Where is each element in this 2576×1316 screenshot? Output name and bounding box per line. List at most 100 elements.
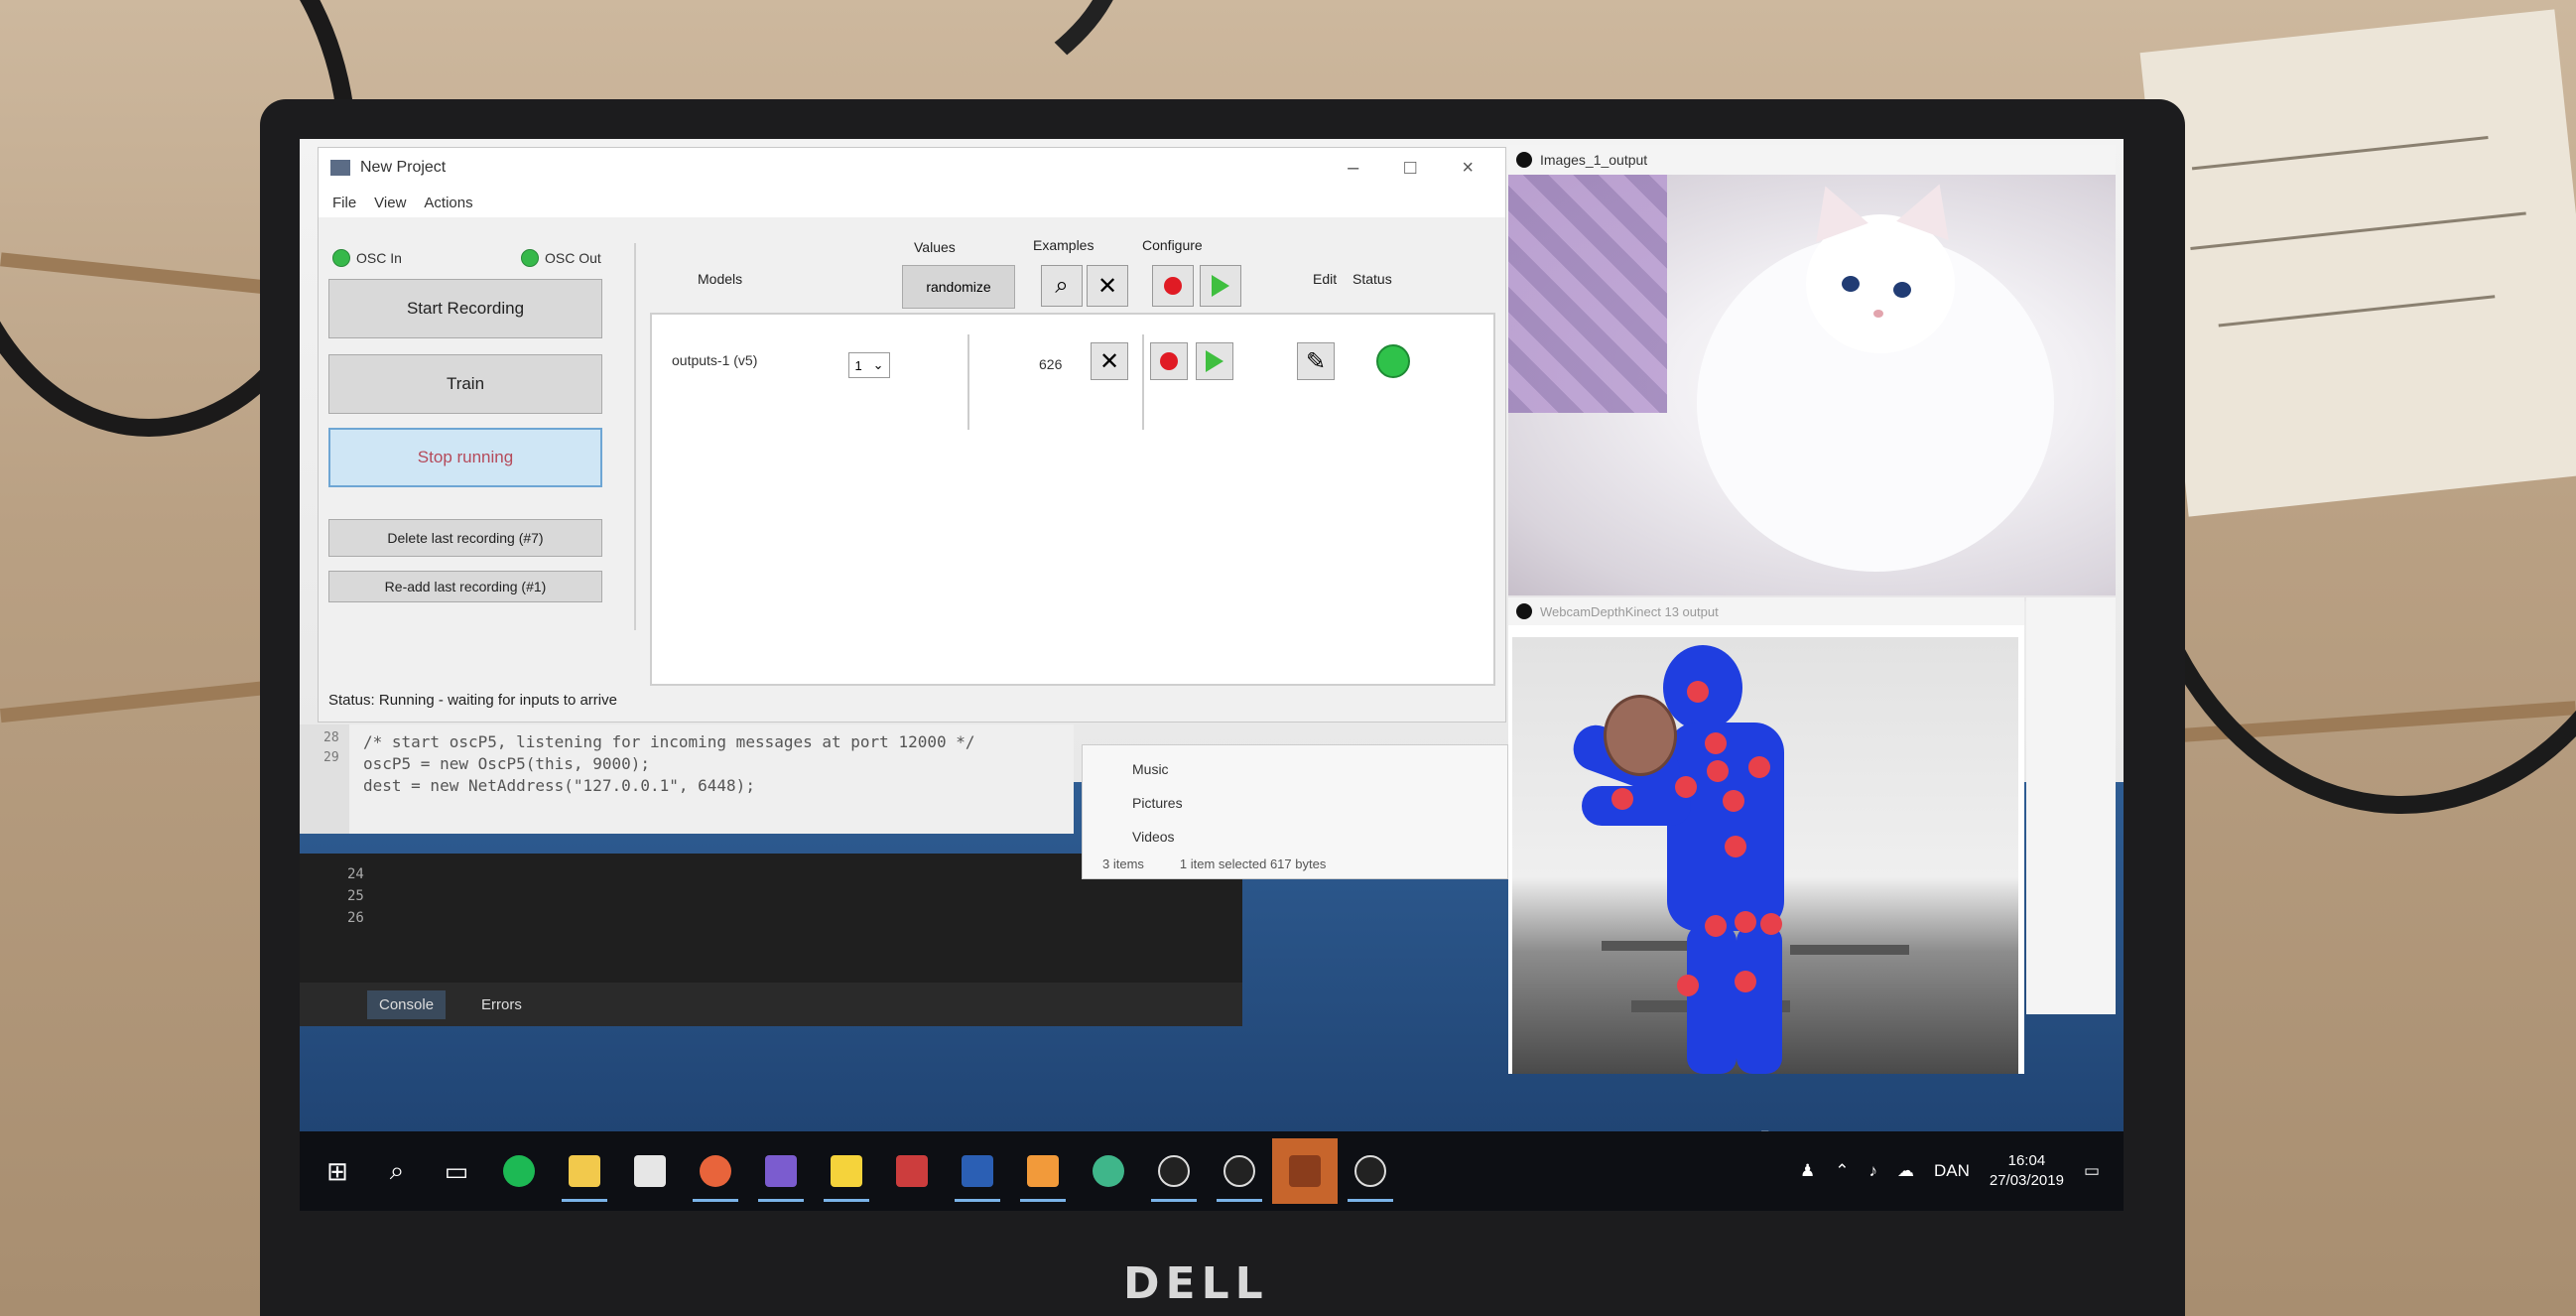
app-window: New Project – □ × File View Actions OSC … — [318, 147, 1506, 723]
taskbar-app-java-1[interactable] — [1207, 1138, 1272, 1204]
active-indicator — [758, 1199, 804, 1202]
sketch-line — [2190, 211, 2526, 250]
joint — [1723, 790, 1744, 812]
joint — [1675, 776, 1697, 798]
taskbar-app-spotify[interactable] — [486, 1138, 552, 1204]
blanket — [1508, 175, 1667, 413]
record-all-button[interactable] — [1152, 265, 1194, 307]
x-icon: ✕ — [1098, 347, 1120, 375]
active-indicator — [1217, 1199, 1262, 1202]
racket — [1604, 695, 1677, 776]
delete-last-recording-button[interactable]: Delete last recording (#7) — [328, 519, 602, 557]
cloud-icon[interactable]: ☁ — [1897, 1161, 1914, 1181]
paper-sheet — [2139, 9, 2576, 517]
explorer-item-videos[interactable]: Videos — [1132, 829, 1175, 845]
depth-video-window[interactable]: WebcamDepthKinect 13 output — [1508, 597, 2024, 1074]
code-line[interactable]: /* start oscP5, listening for incoming m… — [363, 732, 975, 751]
x-icon: ✕ — [1096, 272, 1118, 300]
taskbar-app-firefox[interactable] — [683, 1138, 748, 1204]
code-line[interactable]: oscP5 = new OscP5(this, 9000); — [363, 754, 650, 773]
examples-search-button[interactable]: ⌕ — [1041, 265, 1083, 307]
language-indicator[interactable]: DAN — [1934, 1161, 1970, 1181]
notifications-icon[interactable]: ▭ — [2084, 1161, 2100, 1181]
body-leg — [1687, 925, 1737, 1074]
clock[interactable]: 16:04 27/03/2019 — [1990, 1151, 2064, 1191]
taskbar-app-wekinator[interactable] — [1272, 1138, 1338, 1204]
explorer-status: 3 items 1 item selected 617 bytes — [1102, 856, 1326, 871]
system-tray: ♟ ⌃ ♪ ☁ DAN 16:04 27/03/2019 ▭ — [1800, 1151, 2124, 1191]
kitten-eye — [1842, 276, 1860, 292]
model-value-select[interactable]: 1 ⌄ — [848, 352, 890, 378]
run-all-button[interactable] — [1200, 265, 1241, 307]
joint — [1705, 732, 1727, 754]
taskbar-app-package[interactable] — [1010, 1138, 1076, 1204]
taskbar-app-explorer[interactable] — [552, 1138, 617, 1204]
play-circle-icon — [1354, 1155, 1386, 1187]
line-number: 29 — [323, 750, 339, 765]
background-window-strip — [2026, 597, 2116, 1014]
maximize-icon[interactable]: □ — [1404, 157, 1416, 180]
volume-icon[interactable]: ♪ — [1868, 1161, 1877, 1181]
status-header: Status — [1352, 271, 1392, 287]
examples-delete-all-button[interactable]: ✕ — [1087, 265, 1128, 307]
taskbar-app-globe[interactable] — [1076, 1138, 1141, 1204]
video-window-title: Images_1_output — [1540, 152, 1648, 168]
laptop-screen: New Project – □ × File View Actions OSC … — [300, 139, 2124, 1211]
start-button[interactable]: ⊞ — [308, 1141, 367, 1201]
clock-date: 27/03/2019 — [1989, 1172, 2064, 1189]
sketch-line — [2218, 295, 2496, 328]
chevron-up-icon[interactable]: ⌃ — [1835, 1161, 1849, 1181]
menu-file[interactable]: File — [332, 195, 356, 211]
clock-time: 16:04 — [2007, 1152, 2046, 1169]
stop-running-button[interactable]: Stop running — [328, 428, 602, 487]
active-indicator — [955, 1199, 1000, 1202]
window-controls: – □ × — [1348, 157, 1493, 180]
menu-actions[interactable]: Actions — [424, 195, 472, 211]
video-window-title: WebcamDepthKinect 13 output — [1540, 603, 1719, 619]
record-model-button[interactable] — [1150, 342, 1188, 380]
osc-in-led — [332, 249, 350, 267]
app-titlebar: New Project – □ × — [319, 148, 1505, 188]
control-panel: OSC In OSC Out Start Recording Train Sto… — [328, 243, 626, 630]
taskbar-app-processing[interactable] — [1141, 1138, 1207, 1204]
globe-icon — [1093, 1155, 1124, 1187]
explorer-item-music[interactable]: Music — [1132, 761, 1169, 777]
kitten-video-window[interactable]: Images_1_output — [1508, 145, 2116, 601]
taskbar-app-visual-studio[interactable] — [748, 1138, 814, 1204]
firefox-icon — [700, 1155, 731, 1187]
people-icon[interactable]: ♟ — [1800, 1161, 1815, 1181]
kitten-eye — [1893, 282, 1911, 298]
active-indicator — [1151, 1199, 1197, 1202]
search-button[interactable]: ⌕ — [367, 1141, 427, 1201]
taskbar-app-sticky-notes[interactable] — [814, 1138, 879, 1204]
active-indicator — [824, 1199, 869, 1202]
processing-icon — [1516, 603, 1532, 619]
osc-out-indicator: OSC Out — [521, 249, 601, 267]
run-model-button[interactable] — [1196, 342, 1233, 380]
delete-examples-button[interactable]: ✕ — [1091, 342, 1128, 380]
randomize-values-button[interactable]: randomize — [902, 265, 1015, 309]
menu-view[interactable]: View — [374, 195, 406, 211]
folder-icon — [569, 1155, 600, 1187]
tab-console[interactable]: Console — [367, 989, 447, 1019]
tab-errors[interactable]: Errors — [481, 996, 522, 1013]
minimize-icon[interactable]: – — [1348, 157, 1358, 180]
readd-last-recording-button[interactable]: Re-add last recording (#1) — [328, 571, 602, 602]
chevron-down-icon: ⌄ — [872, 357, 884, 372]
start-recording-button[interactable]: Start Recording — [328, 279, 602, 338]
taskbar-app-java-2[interactable] — [1338, 1138, 1403, 1204]
code-line[interactable]: dest = new NetAddress("127.0.0.1", 6448)… — [363, 776, 755, 795]
joint — [1735, 911, 1756, 933]
taskbar-app-mail[interactable] — [617, 1138, 683, 1204]
task-view-button[interactable]: ▭ — [427, 1141, 486, 1201]
taskbar-app-zotero[interactable] — [879, 1138, 945, 1204]
mail-icon — [634, 1155, 666, 1187]
train-button[interactable]: Train — [328, 354, 602, 414]
line-number: 26 — [347, 910, 364, 926]
edit-model-button[interactable]: ✎ — [1297, 342, 1335, 380]
close-icon[interactable]: × — [1462, 157, 1474, 180]
line-number: 28 — [323, 730, 339, 745]
explorer-item-pictures[interactable]: Pictures — [1132, 795, 1183, 811]
taskbar-app-word[interactable] — [945, 1138, 1010, 1204]
active-indicator — [562, 1199, 607, 1202]
